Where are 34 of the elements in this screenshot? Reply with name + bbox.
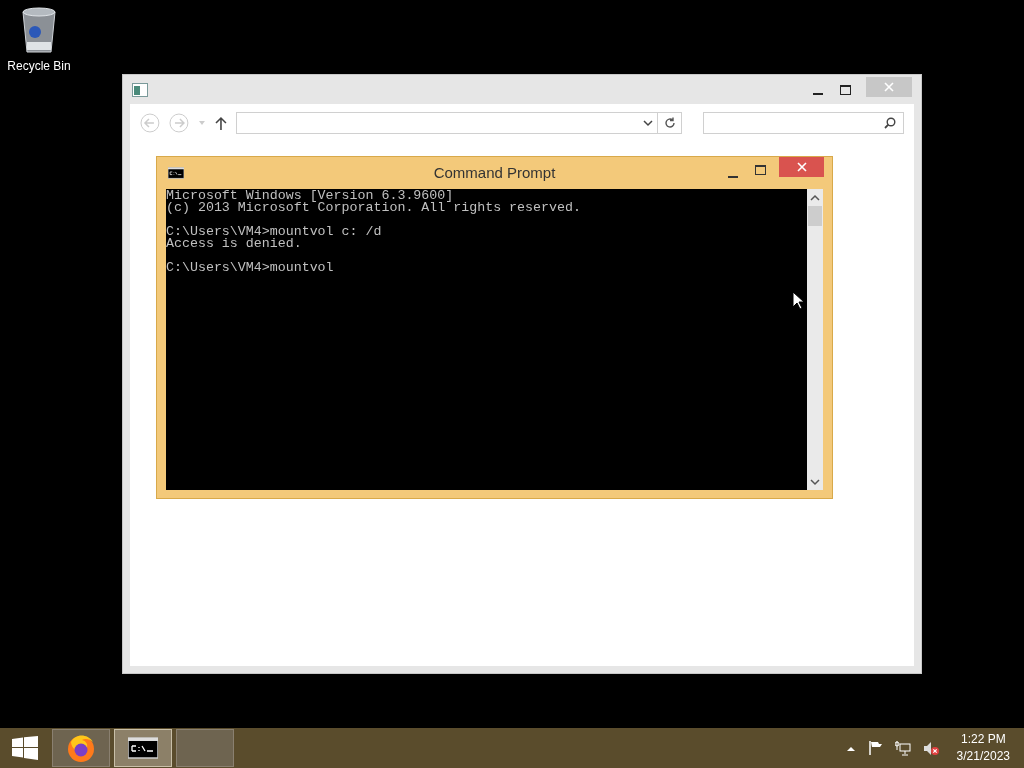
close-icon (796, 162, 807, 172)
up-arrow-icon[interactable] (214, 116, 227, 130)
refresh-icon[interactable] (663, 117, 676, 129)
console-line: Access is denied. (166, 238, 303, 250)
window-icon (132, 82, 148, 97)
address-field[interactable] (235, 112, 683, 134)
chevron-down-icon[interactable] (643, 119, 654, 127)
console-icon (168, 167, 184, 179)
close-icon (884, 81, 894, 92)
console-line: Microsoft Windows [Version 6.3.9600] (166, 190, 455, 202)
scroll-down-icon[interactable] (810, 478, 820, 486)
trash-can-icon[interactable] (20, 6, 58, 54)
flag-icon[interactable] (868, 741, 883, 755)
windows-logo-icon (12, 736, 38, 760)
maximize-icon[interactable] (755, 165, 766, 175)
scrollbar-thumb[interactable] (808, 206, 822, 226)
console-line: C:\Users\VM4>mountvol (166, 262, 335, 274)
search-field[interactable] (703, 112, 904, 134)
console-line: C:\Users\VM4>mountvol c: /d (166, 226, 383, 238)
terminal-icon (128, 737, 158, 759)
search-icon (884, 117, 896, 129)
window-title: Command Prompt (433, 162, 556, 183)
speaker-muted-icon[interactable] (922, 740, 939, 756)
maximize-icon[interactable] (840, 84, 851, 95)
chevron-up-icon[interactable] (846, 745, 855, 751)
console-line: (c) 2013 Microsoft Corporation. All rights reserved. (166, 202, 582, 214)
desktop-icon-label[interactable]: Recycle Bin (7, 57, 71, 75)
scrollbar[interactable] (807, 189, 823, 490)
mouse-pointer-icon (792, 291, 804, 310)
scroll-up-icon[interactable] (810, 194, 820, 202)
clock-date[interactable]: 3/21/2023 (956, 748, 1010, 765)
taskbar-button[interactable] (114, 729, 172, 767)
clock-time[interactable]: 1:22 PM (960, 731, 1006, 748)
network-icon[interactable] (894, 740, 911, 756)
